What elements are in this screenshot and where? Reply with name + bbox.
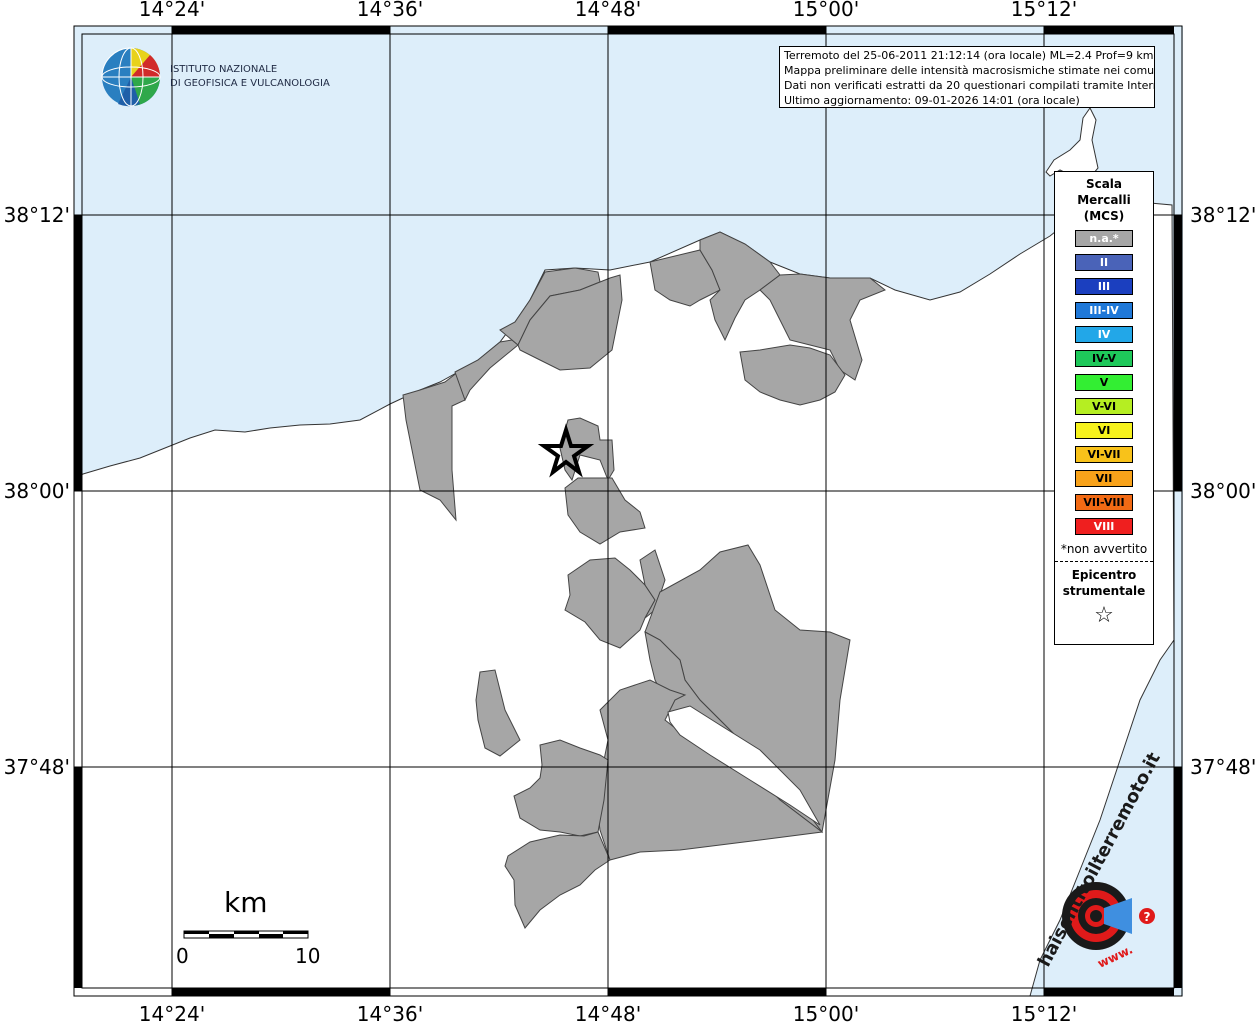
legend-swatch: V-VI (1075, 398, 1133, 415)
legend-swatch: VI (1075, 422, 1133, 439)
legend-title: Scala Mercalli (MCS) (1055, 176, 1153, 224)
lat-label-right-2: 38°00' (1190, 479, 1256, 503)
frame-bar-top-3 (1044, 26, 1174, 34)
lon-label-top-1: 14°24' (139, 0, 205, 21)
frame-bar-top-2 (608, 26, 826, 34)
legend-swatch: VII (1075, 470, 1133, 487)
legend-swatch: n.a.* (1075, 230, 1133, 247)
event-info-line-1: Terremoto del 25-06-2011 21:12:14 (ora l… (784, 49, 1154, 62)
event-info-line-2: Mappa preliminare delle intensità macros… (784, 64, 1155, 77)
legend-title-line-2: Mercalli (1077, 193, 1131, 207)
frame-bar-right-2 (1174, 767, 1182, 988)
scale-bar-min: 0 (176, 944, 189, 968)
legend-swatch: VII-VIII (1075, 494, 1133, 511)
hst-question-mark: ? (1144, 910, 1151, 924)
frame-bar-top-1 (172, 26, 390, 34)
legend-star-icon: ☆ (1094, 603, 1114, 628)
lon-label-bottom-5: 15°12' (1011, 1002, 1077, 1024)
legend-epicenter-line-1: Epicentro (1071, 568, 1137, 582)
lat-labels-right: 38°12' 38°00' 37°48' (1190, 203, 1256, 779)
lon-label-top-5: 15°12' (1011, 0, 1077, 21)
lon-labels-bottom: 14°24' 14°36' 14°48' 15°00' 15°12' (139, 1002, 1077, 1024)
legend-epicenter-label: Epicentro strumentale (1055, 567, 1153, 599)
mcs-legend: Scala Mercalli (MCS) n.a.* II III III-IV IV I… (1054, 171, 1154, 645)
legend-items: n.a.* II III III-IV IV IV-V V V-VI VI VI-VII VII VI… (1055, 230, 1153, 535)
lon-label-top-4: 15°00' (793, 0, 859, 21)
lat-label-right-1: 38°12' (1190, 203, 1256, 227)
legend-swatch: IV-V (1075, 350, 1133, 367)
event-info-line-3: Dati non verificati estratti da 20 quest… (784, 79, 1155, 92)
legend-swatch: VIII (1075, 518, 1133, 535)
lon-label-bottom-1: 14°24' (139, 1002, 205, 1024)
lat-labels-left: 38°12' 38°00' 37°48' (4, 203, 70, 779)
legend-swatch: III-IV (1075, 302, 1133, 319)
ingv-globe-icon (101, 47, 161, 107)
lon-label-bottom-4: 15°00' (793, 1002, 859, 1024)
ingv-name: ISTITUTO NAZIONALE DI GEOFISICA E VULCAN… (170, 63, 330, 91)
legend-title-line-3: (MCS) (1083, 209, 1125, 223)
legend-title-line-1: Scala (1085, 177, 1123, 191)
legend-note: *non avvertito (1060, 542, 1148, 556)
legend-swatch: III (1075, 278, 1133, 295)
event-info-line-4: Ultimo aggiornamento: 09-01-2026 14:01 (… (784, 94, 1080, 107)
ingv-name-line-1: ISTITUTO NAZIONALE (170, 64, 278, 75)
lat-label-left-2: 38°00' (4, 479, 70, 503)
frame-bar-left-1 (74, 215, 82, 491)
scale-bar (183, 930, 309, 939)
lon-label-bottom-3: 14°48' (575, 1002, 641, 1024)
legend-separator (1055, 561, 1153, 562)
frame-bar-right-1 (1174, 215, 1182, 491)
legend-swatch: VI-VII (1075, 446, 1133, 463)
lon-label-top-3: 14°48' (575, 0, 641, 21)
lat-label-right-3: 37°48' (1190, 755, 1256, 779)
scale-bar-max: 10 (295, 944, 321, 968)
lat-label-left-1: 38°12' (4, 203, 70, 227)
scale-bar-unit: km (224, 886, 268, 919)
legend-swatch: V (1075, 374, 1133, 391)
frame-bar-bottom-1 (172, 988, 390, 996)
event-info-box: Terremoto del 25-06-2011 21:12:14 (ora l… (779, 46, 1155, 108)
frame-bar-bottom-3 (1044, 988, 1174, 996)
lon-labels-top: 14°24' 14°36' 14°48' 15°00' 15°12' (139, 0, 1077, 21)
lat-label-left-3: 37°48' (4, 755, 70, 779)
lon-label-bottom-2: 14°36' (357, 1002, 423, 1024)
legend-swatch: IV (1075, 326, 1133, 343)
legend-swatch: II (1075, 254, 1133, 271)
frame-bar-left-2 (74, 767, 82, 988)
lon-label-top-2: 14°36' (357, 0, 423, 21)
legend-epicenter-line-2: strumentale (1062, 584, 1146, 598)
frame-bar-bottom-2 (608, 988, 826, 996)
ingv-name-line-2: DI GEOFISICA E VULCANOLOGIA (170, 78, 330, 89)
